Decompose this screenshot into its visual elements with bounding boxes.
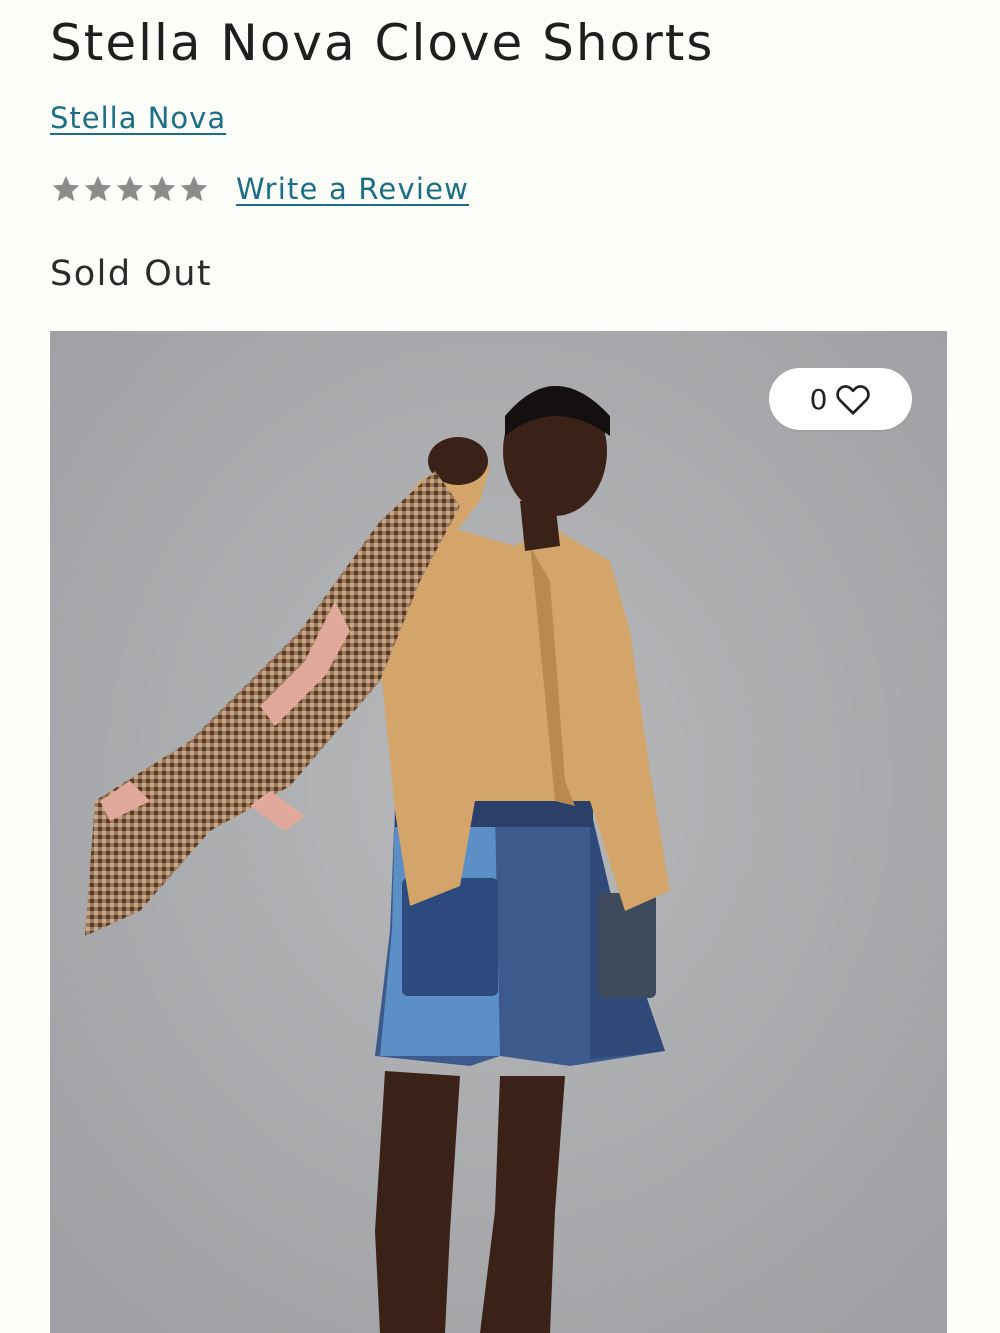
heart-outline-icon [836,385,871,415]
product-detail-page: Stella Nova Clove Shorts Stella Nova Wri… [0,0,1000,1333]
star-rating[interactable] [50,173,210,205]
star-icon [84,175,112,202]
write-review-link[interactable]: Write a Review [236,172,469,206]
brand-link[interactable]: Stella Nova [50,101,226,135]
product-photo [50,331,947,1333]
rating-row: Write a Review [50,172,469,206]
favorite-button[interactable]: 0 [769,368,912,430]
star-icon [180,175,208,202]
star-icon [116,175,144,202]
favorite-count: 0 [809,382,828,416]
star-icon [52,175,80,202]
stock-status: Sold Out [50,254,213,294]
product-image[interactable]: 0 [50,331,947,1333]
product-title: Stella Nova Clove Shorts [50,14,715,72]
star-icon [148,175,176,202]
